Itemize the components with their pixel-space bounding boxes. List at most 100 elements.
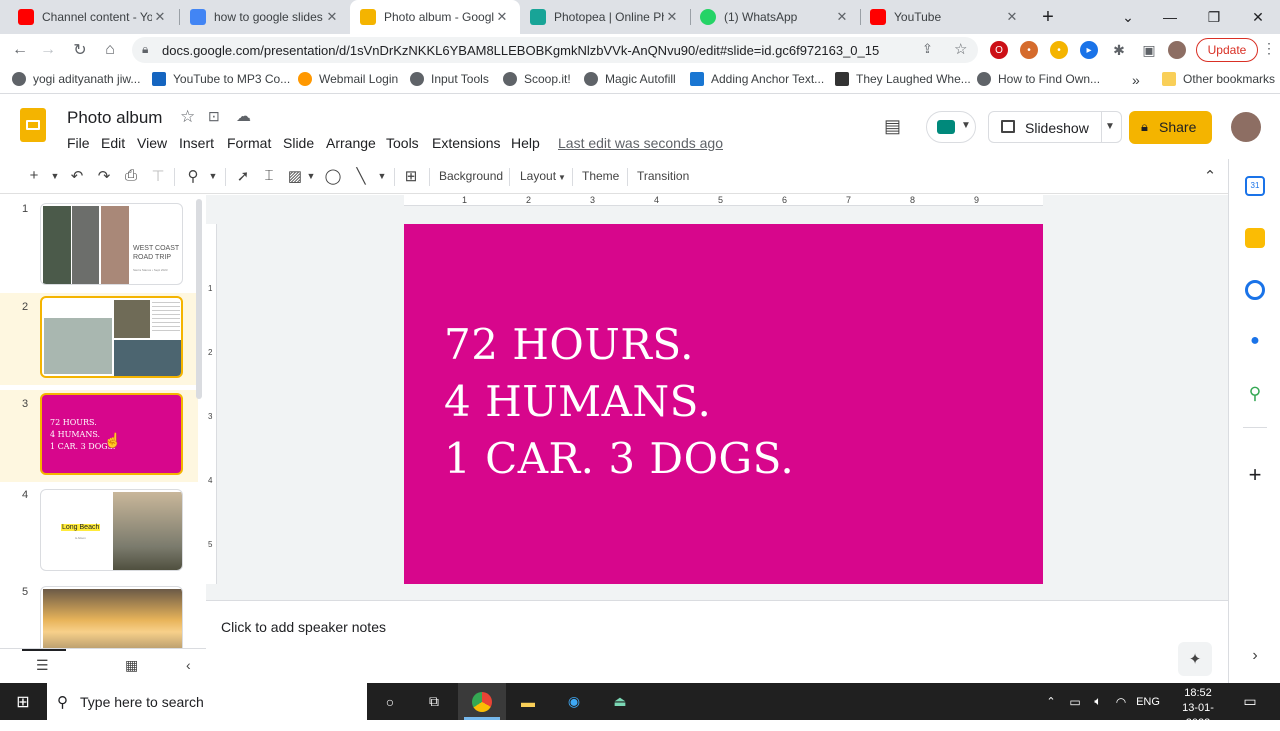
slide-thumbnail[interactable] bbox=[40, 296, 183, 378]
bookmark-item[interactable]: Magic Autofill bbox=[584, 72, 676, 86]
slide-text-line[interactable]: 4 HUMANS. bbox=[444, 377, 711, 426]
text-box-icon[interactable]: ⌶ bbox=[259, 167, 279, 184]
side-panel-icon[interactable]: ▣ bbox=[1140, 41, 1158, 59]
slide-text-line[interactable]: 72 HOURS. bbox=[444, 320, 694, 369]
bookmark-star-icon[interactable]: ☆ bbox=[954, 40, 967, 58]
filmstrip-scrollbar[interactable] bbox=[196, 199, 202, 399]
bookmark-item[interactable]: Input Tools bbox=[410, 72, 489, 86]
new-slide-icon[interactable]: + bbox=[24, 167, 44, 184]
tab-search-icon[interactable]: ⌄ bbox=[1106, 0, 1150, 34]
theme-button[interactable]: Theme bbox=[582, 169, 619, 183]
transition-button[interactable]: Transition bbox=[637, 169, 689, 183]
browser-tab[interactable]: YouTube ✕ bbox=[860, 0, 1030, 34]
back-icon[interactable]: ← bbox=[8, 38, 32, 62]
layout-button[interactable]: Layout ▼ bbox=[520, 169, 566, 183]
slide-text-line[interactable]: 1 CAR. 3 DOGS. bbox=[444, 434, 794, 483]
explore-icon[interactable]: ✦ bbox=[1178, 642, 1212, 676]
slide[interactable]: 72 HOURS. 4 HUMANS. 1 CAR. 3 DOGS. bbox=[404, 224, 1043, 584]
bookmark-item[interactable]: How to Find Own... bbox=[977, 72, 1100, 86]
browser-tab[interactable]: Photopea | Online Pho ✕ bbox=[520, 0, 690, 34]
filmstrip-slide[interactable]: 5 bbox=[0, 578, 198, 648]
account-avatar[interactable] bbox=[1231, 112, 1261, 142]
filmstrip-slide-selected[interactable]: 3 72 HOURS. 4 HUMANS. 1 CAR. 3 DOGS. ☝ bbox=[0, 390, 198, 482]
background-button[interactable]: Background bbox=[439, 169, 503, 183]
shape-icon[interactable]: ◯ bbox=[323, 167, 343, 185]
slides-logo-icon[interactable] bbox=[20, 108, 46, 142]
move-folder-icon[interactable]: ⊡ bbox=[208, 108, 220, 125]
share-button[interactable]: 🔒︎ Share bbox=[1129, 111, 1212, 144]
update-button[interactable]: Update bbox=[1196, 38, 1258, 62]
battery-icon[interactable]: ▭ bbox=[1066, 689, 1084, 714]
task-view-icon[interactable]: ⧉ bbox=[422, 689, 446, 714]
bookmark-item[interactable]: yogi adityanath jiw... bbox=[12, 72, 140, 86]
app-icon[interactable]: ⏏ bbox=[608, 689, 632, 714]
minimize-button[interactable]: — bbox=[1148, 0, 1192, 34]
share-page-icon[interactable]: ⇪ bbox=[922, 41, 933, 57]
bookmark-item[interactable]: They Laughed Whe... bbox=[835, 72, 971, 86]
close-icon[interactable]: ✕ bbox=[664, 9, 680, 25]
speaker-notes[interactable]: Click to add speaker notes ✦ bbox=[206, 600, 1228, 683]
filmstrip-slide[interactable]: 4 Long Beach & Alison bbox=[0, 481, 198, 573]
add-addon-icon[interactable]: + bbox=[1245, 464, 1265, 486]
close-window-button[interactable]: ✕ bbox=[1236, 0, 1280, 34]
filmstrip-view-icon[interactable]: ☰ bbox=[36, 657, 49, 674]
comment-history-icon[interactable]: ▤ bbox=[884, 116, 901, 137]
restore-button[interactable]: ❐ bbox=[1192, 0, 1236, 34]
slide-thumbnail[interactable]: WEST COAST ROAD TRIP Sierra Stanos • Sep… bbox=[40, 203, 183, 285]
paint-format-icon[interactable]: ⊤ bbox=[148, 167, 168, 185]
chevron-down-icon[interactable]: ▼ bbox=[45, 171, 65, 181]
close-icon[interactable]: ✕ bbox=[324, 9, 340, 25]
document-title[interactable]: Photo album bbox=[67, 108, 162, 128]
other-bookmarks[interactable]: Other bookmarks bbox=[1162, 72, 1275, 86]
slide-thumbnail[interactable] bbox=[40, 586, 183, 648]
chevron-up-icon[interactable]: ⌃ bbox=[1043, 689, 1059, 714]
browser-tab[interactable]: Channel content - You ✕ bbox=[8, 0, 178, 34]
menu-view[interactable]: View bbox=[137, 135, 167, 151]
wifi-icon[interactable]: ◠ bbox=[1112, 689, 1130, 714]
edge-icon[interactable]: ◉ bbox=[562, 689, 586, 714]
bookmark-item[interactable]: Adding Anchor Text... bbox=[690, 72, 824, 86]
windows-start-icon[interactable]: ⊞ bbox=[10, 689, 36, 714]
chevron-up-icon[interactable]: ⌃ bbox=[1200, 167, 1220, 185]
menu-help[interactable]: Help bbox=[511, 135, 540, 151]
menu-arrange[interactable]: Arrange bbox=[326, 135, 376, 151]
cortana-icon[interactable]: ○ bbox=[378, 689, 402, 714]
opera-extension-icon[interactable]: O bbox=[990, 41, 1008, 59]
home-icon[interactable]: ⌂ bbox=[98, 38, 122, 62]
menu-kebab-icon[interactable]: ⋮ bbox=[1262, 40, 1276, 57]
language-indicator[interactable]: ENG bbox=[1134, 689, 1162, 714]
chevron-down-icon[interactable]: ▼ bbox=[1105, 121, 1115, 132]
chevron-down-icon[interactable]: ▼ bbox=[372, 171, 392, 181]
cloud-status-icon[interactable]: ☁ bbox=[236, 107, 251, 125]
maps-icon[interactable]: ⚲ bbox=[1245, 384, 1265, 404]
contacts-icon[interactable]: ● bbox=[1245, 332, 1265, 352]
close-icon[interactable]: ✕ bbox=[152, 9, 168, 25]
browser-tab[interactable]: (1) WhatsApp ✕ bbox=[690, 0, 860, 34]
keep-icon[interactable] bbox=[1245, 228, 1265, 248]
filmstrip-slide[interactable]: 2 bbox=[0, 293, 198, 385]
extension-icon[interactable]: ▸ bbox=[1080, 41, 1098, 59]
slideshow-button[interactable]: Slideshow ▼ bbox=[988, 111, 1122, 143]
undo-icon[interactable]: ↶ bbox=[67, 167, 87, 185]
meet-button[interactable]: ▼ bbox=[926, 111, 976, 143]
chevron-down-icon[interactable]: ▼ bbox=[301, 171, 321, 181]
reload-icon[interactable]: ↻ bbox=[68, 38, 92, 62]
zoom-icon[interactable]: ⚲ bbox=[183, 167, 203, 185]
menu-slide[interactable]: Slide bbox=[283, 135, 314, 151]
menu-extensions[interactable]: Extensions bbox=[432, 135, 500, 151]
volume-icon[interactable]: 🔈︎ bbox=[1089, 689, 1107, 714]
close-icon[interactable]: ✕ bbox=[834, 9, 850, 25]
menu-insert[interactable]: Insert bbox=[179, 135, 214, 151]
expand-panel-icon[interactable]: › bbox=[1245, 647, 1265, 667]
file-explorer-icon[interactable]: ▬ bbox=[516, 689, 540, 714]
print-icon[interactable]: ⎙ bbox=[121, 167, 141, 184]
menu-edit[interactable]: Edit bbox=[101, 135, 125, 151]
profile-avatar[interactable] bbox=[1168, 41, 1186, 59]
new-tab-button[interactable]: + bbox=[1036, 0, 1060, 34]
bookmark-item[interactable]: YouTube to MP3 Co... bbox=[152, 72, 290, 86]
menu-format[interactable]: Format bbox=[227, 135, 271, 151]
tasks-icon[interactable] bbox=[1245, 280, 1265, 300]
browser-tab-active[interactable]: Photo album - Google ✕ bbox=[350, 0, 520, 34]
extension-icon[interactable]: • bbox=[1050, 41, 1068, 59]
forward-icon[interactable]: → bbox=[36, 38, 60, 62]
